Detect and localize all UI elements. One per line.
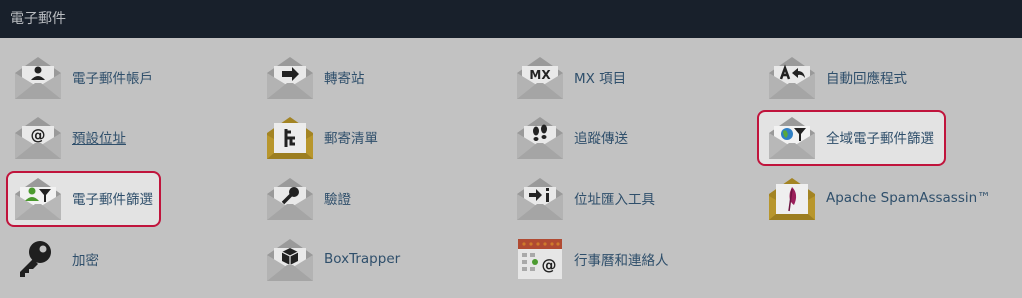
tile-global-email-filters-label: 全域電子郵件篩選 xyxy=(826,131,934,147)
tile-encryption[interactable]: 加密 xyxy=(14,234,99,284)
section-title: 電子郵件 xyxy=(10,11,66,27)
tile-spamassassin-label: Apache SpamAssassin™ xyxy=(826,190,991,206)
tile-email-filters-label: 電子郵件篩選 xyxy=(72,192,153,208)
email-tools-panel: 電子郵件帳戶 轉寄站 MX MX 項目 自動回應程式 @ 預設位址 郵寄清單 追… xyxy=(0,38,1022,298)
tile-track-delivery[interactable]: 追蹤傳送 xyxy=(516,112,628,162)
key-envelope-icon xyxy=(267,178,313,220)
tile-global-email-filters[interactable]: 全域電子郵件篩選 xyxy=(768,112,934,162)
tile-forwarders[interactable]: 轉寄站 xyxy=(266,52,365,102)
tile-address-importer-label: 位址匯入工具 xyxy=(574,192,655,208)
tile-calendars-contacts-label: 行事曆和連絡人 xyxy=(574,253,669,269)
tile-mailing-lists[interactable]: 郵寄清單 xyxy=(266,112,378,162)
at-envelope-icon: @ xyxy=(15,117,61,159)
tile-mx-entry-label: MX 項目 xyxy=(574,71,627,87)
tile-authentication[interactable]: 驗證 xyxy=(266,173,351,223)
tile-address-importer[interactable]: 位址匯入工具 xyxy=(516,173,655,223)
box-envelope-icon xyxy=(267,239,313,281)
svg-text:@: @ xyxy=(31,126,46,144)
arrow-right-envelope-icon xyxy=(267,57,313,99)
global-filter-envelope-icon xyxy=(769,117,815,159)
tile-email-accounts-label: 電子郵件帳戶 xyxy=(72,71,153,87)
tile-mx-entry[interactable]: MX MX 項目 xyxy=(516,52,626,102)
tile-encryption-label: 加密 xyxy=(72,253,99,269)
tile-mailing-lists-label: 郵寄清單 xyxy=(324,131,378,147)
mx-envelope-icon: MX xyxy=(517,57,563,99)
tile-spamassassin[interactable]: Apache SpamAssassin™ xyxy=(768,173,991,223)
person-envelope-icon xyxy=(15,57,61,99)
calendar-contacts-icon: @ xyxy=(518,239,562,279)
footprints-envelope-icon xyxy=(517,117,563,159)
key-icon xyxy=(20,241,51,277)
tile-calendars-contacts[interactable]: @ 行事曆和連絡人 xyxy=(516,234,669,284)
tile-default-address[interactable]: @ 預設位址 xyxy=(14,112,126,162)
tile-track-delivery-label: 追蹤傳送 xyxy=(574,131,628,147)
mx-icon-text: MX xyxy=(529,68,551,82)
feather-envelope-icon xyxy=(769,178,815,220)
tile-forwarders-label: 轉寄站 xyxy=(324,71,365,87)
import-envelope-icon xyxy=(517,178,563,220)
mailing-list-envelope-icon xyxy=(267,117,313,159)
section-header: 電子郵件 xyxy=(0,0,1022,38)
tile-autoresponders[interactable]: 自動回應程式 xyxy=(768,52,907,102)
tile-default-address-label: 預設位址 xyxy=(72,131,126,147)
tile-email-filters[interactable]: 電子郵件篩選 xyxy=(14,173,153,223)
tile-authentication-label: 驗證 xyxy=(324,192,351,208)
user-filter-envelope-icon xyxy=(15,178,61,220)
svg-text:@: @ xyxy=(542,256,557,274)
tile-boxtrapper-label: BoxTrapper xyxy=(324,251,401,267)
tile-email-accounts[interactable]: 電子郵件帳戶 xyxy=(14,52,153,102)
auto-reply-envelope-icon xyxy=(769,57,815,99)
tile-boxtrapper[interactable]: BoxTrapper xyxy=(266,234,400,284)
tile-autoresponders-label: 自動回應程式 xyxy=(826,71,907,87)
